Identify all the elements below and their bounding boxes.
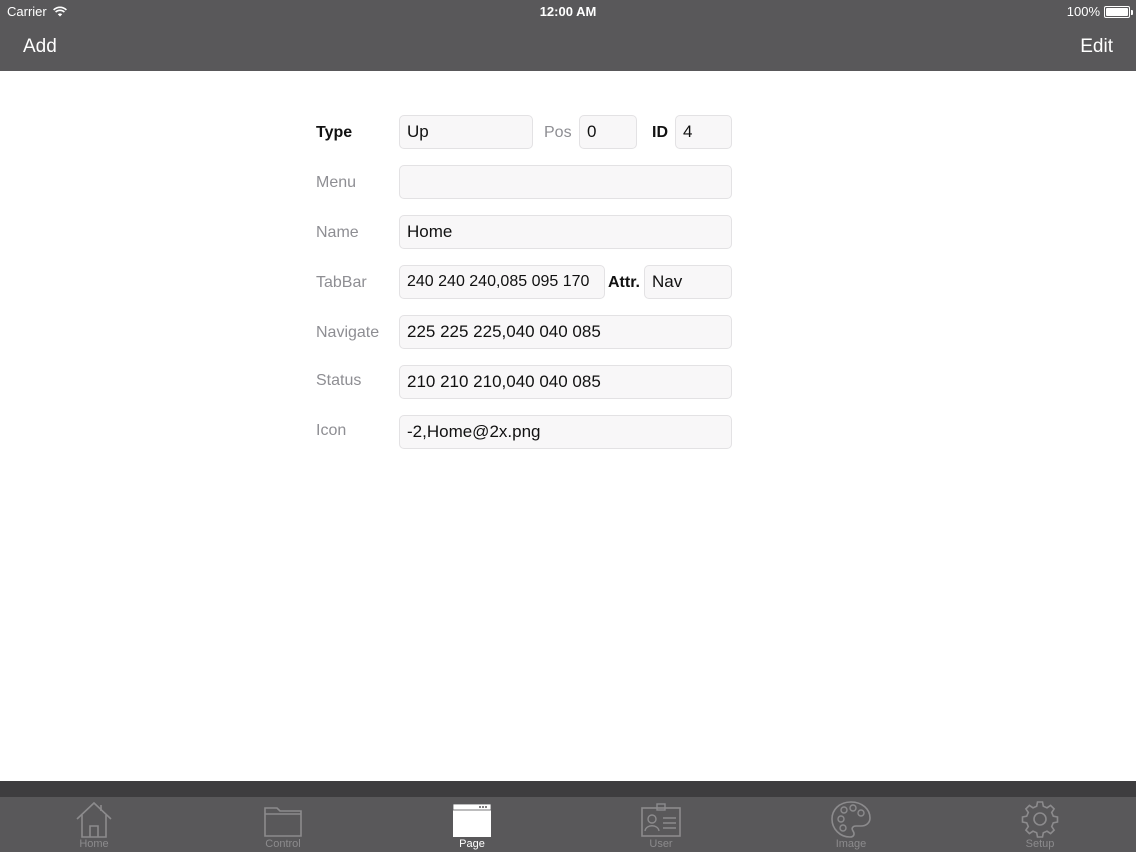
tab-label: Setup — [1025, 838, 1055, 850]
id-field[interactable]: 4 — [675, 115, 732, 149]
tab-label: Control — [265, 838, 301, 850]
menu-field[interactable] — [399, 165, 732, 199]
tab-home[interactable]: Home — [34, 797, 154, 852]
pos-label: Pos — [544, 124, 572, 141]
tab-image[interactable]: Image — [791, 797, 911, 852]
menu-label: Menu — [316, 174, 357, 191]
tab-bar: Home Control Page User Image Setup — [0, 797, 1136, 852]
tab-control[interactable]: Control — [223, 797, 343, 852]
tab-label: Image — [835, 838, 867, 850]
pos-field[interactable]: 0 — [579, 115, 637, 149]
tabbar-divider — [0, 781, 1136, 797]
status-bar: Carrier 12:00 AM 100% — [0, 0, 1136, 22]
status-label: Status — [316, 372, 362, 389]
type-field[interactable]: Up — [399, 115, 533, 149]
page-icon — [452, 803, 492, 837]
top-bar: Carrier 12:00 AM 100% Add Edit — [0, 0, 1136, 71]
tabbar-field[interactable]: 240 240 240,085 095 170 — [399, 265, 605, 299]
attr-label: Attr. — [608, 274, 640, 291]
battery-percent: 100% — [1066, 4, 1100, 19]
navigate-label: Navigate — [316, 324, 380, 341]
tab-user[interactable]: User — [601, 797, 721, 852]
id-card-icon — [641, 803, 681, 837]
type-label: Type — [316, 124, 353, 141]
name-label: Name — [316, 224, 359, 241]
tab-setup[interactable]: Setup — [980, 797, 1100, 852]
icon-field[interactable]: -2,Home@2x.png — [399, 415, 732, 449]
battery-indicator: 100% — [1066, 4, 1133, 19]
add-button[interactable]: Add — [23, 36, 57, 58]
tab-page[interactable]: Page — [412, 797, 532, 852]
gear-icon — [1021, 801, 1059, 838]
attr-field[interactable]: Nav — [644, 265, 732, 299]
status-field[interactable]: 210 210 210,040 040 085 — [399, 365, 732, 399]
tab-label: User — [649, 838, 673, 850]
navigate-field[interactable]: 225 225 225,040 040 085 — [399, 315, 732, 349]
folder-icon — [264, 807, 302, 837]
tab-label: Home — [79, 838, 109, 850]
tab-label: Page — [459, 838, 485, 850]
icon-label: Icon — [316, 422, 347, 439]
name-field[interactable]: Home — [399, 215, 732, 249]
battery-icon — [1104, 5, 1133, 18]
id-label: ID — [652, 124, 668, 141]
edit-button[interactable]: Edit — [1080, 36, 1113, 58]
house-icon — [76, 801, 112, 838]
tabbar-label: TabBar — [316, 274, 367, 291]
palette-icon — [831, 801, 871, 838]
status-time: 12:00 AM — [539, 4, 597, 19]
